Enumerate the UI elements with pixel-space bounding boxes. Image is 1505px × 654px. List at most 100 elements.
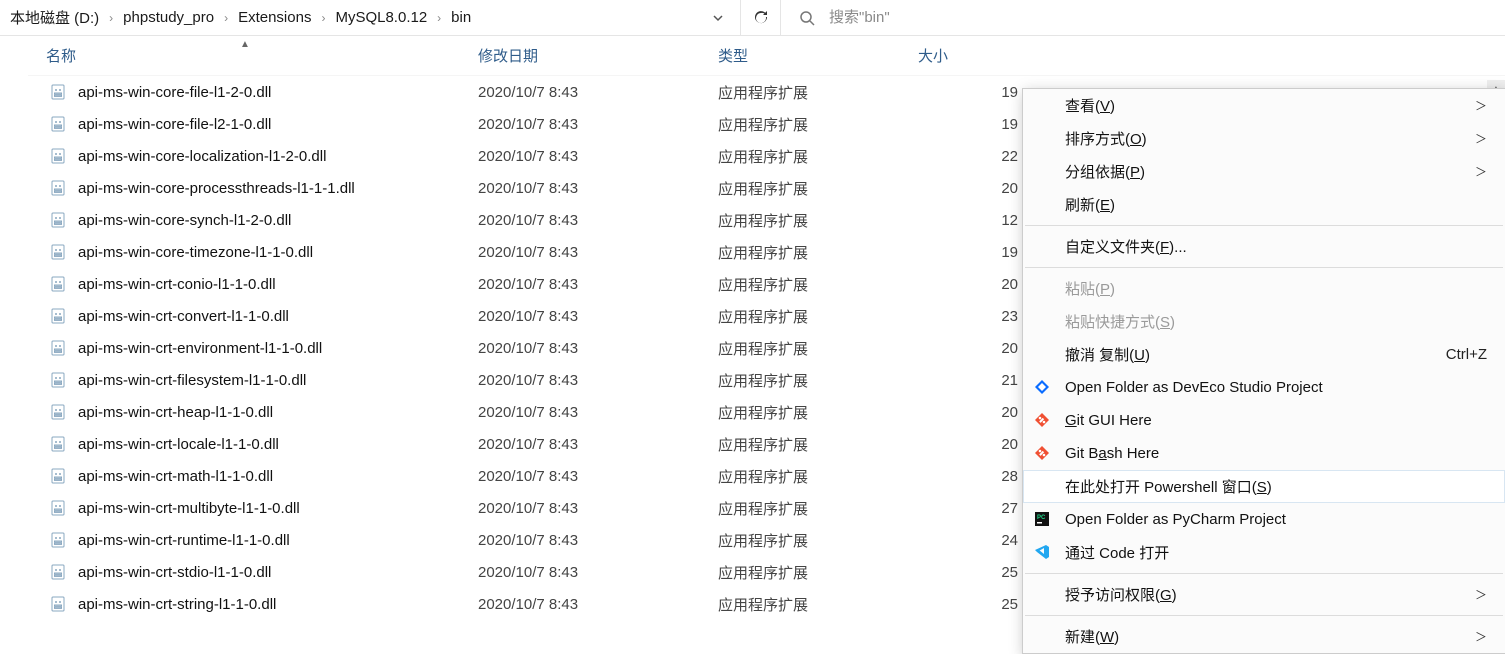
breadcrumb-part[interactable]: 本地磁盘 (D:) [10,7,99,28]
menu-item[interactable]: 查看(V)＞ [1023,89,1505,122]
menu-item[interactable]: 授予访问权限(G) ＞ [1023,578,1505,611]
dll-file-icon [50,307,68,325]
file-date: 2020/10/7 8:43 [478,84,718,101]
menu-item[interactable]: 排序方式(O) ＞ [1023,122,1505,155]
file-name: api-ms-win-core-file-l2-1-0.dll [78,116,478,133]
file-name: api-ms-win-crt-string-l1-1-0.dll [78,596,478,613]
menu-item-label: Open Folder as DevEco Studio Project [1065,379,1323,396]
column-header-type[interactable]: 类型 [718,45,918,66]
menu-item-label: 在此处打开 Powershell 窗口(S) [1065,476,1272,497]
dll-file-icon [50,467,68,485]
column-header-date[interactable]: 修改日期 [478,45,718,66]
search-box[interactable] [780,0,1505,36]
submenu-arrow-icon: ＞ [1475,586,1487,603]
file-size: 20 [918,404,1018,421]
dll-file-icon [50,563,68,581]
menu-item[interactable]: 撤消 复制(U)Ctrl+Z [1023,338,1505,371]
file-type: 应用程序扩展 [718,146,918,167]
menu-item-label: 撤消 复制(U) [1065,344,1150,365]
file-size: 24 [918,532,1018,549]
menu-item[interactable]: Git GUI Here [1023,404,1505,437]
file-name: api-ms-win-crt-multibyte-l1-1-0.dll [78,500,478,517]
file-name: api-ms-win-crt-conio-l1-1-0.dll [78,276,478,293]
context-menu: 查看(V)＞排序方式(O)＞分组依据(P)＞刷新(E)自定义文件夹(F)...粘… [1022,88,1505,654]
menu-item-label: 粘贴(P) [1065,278,1115,299]
dll-file-icon [50,595,68,613]
file-date: 2020/10/7 8:43 [478,340,718,357]
breadcrumb-part[interactable]: bin [451,9,471,26]
menu-item[interactable]: 新建(W)＞ [1023,620,1505,653]
refresh-button[interactable] [740,0,780,36]
chevron-down-icon[interactable] [696,12,740,24]
breadcrumb-part[interactable]: Extensions [238,9,311,26]
column-header-size[interactable]: 大小 [918,45,1038,66]
file-name: api-ms-win-core-file-l1-2-0.dll [78,84,478,101]
menu-item-label: 分组依据(P) [1065,161,1145,182]
file-name: api-ms-win-crt-runtime-l1-1-0.dll [78,532,478,549]
git-icon [1033,444,1051,462]
file-size: 25 [918,564,1018,581]
breadcrumb-part[interactable]: phpstudy_pro [123,9,214,26]
file-date: 2020/10/7 8:43 [478,436,718,453]
menu-item[interactable]: Git Bash Here [1023,437,1505,470]
menu-item[interactable]: 自定义文件夹(F)... [1023,230,1505,263]
search-input[interactable] [829,9,1497,26]
menu-item[interactable]: 在此处打开 Powershell 窗口(S) [1023,470,1505,503]
file-size: 27 [918,500,1018,517]
menu-separator [1025,225,1503,226]
file-date: 2020/10/7 8:43 [478,244,718,261]
menu-separator [1025,615,1503,616]
menu-item-label: 排序方式(O) [1065,128,1147,149]
file-size: 25 [918,596,1018,613]
file-date: 2020/10/7 8:43 [478,500,718,517]
column-label: 大小 [918,48,948,65]
file-size: 19 [918,84,1018,101]
file-name: api-ms-win-crt-stdio-l1-1-0.dll [78,564,478,581]
file-type: 应用程序扩展 [718,530,918,551]
submenu-arrow-icon: ＞ [1475,97,1487,114]
menu-item[interactable]: 分组依据(P)＞ [1023,155,1505,188]
dll-file-icon [50,147,68,165]
menu-item-label: 授予访问权限(G) [1065,584,1177,605]
pycharm-icon: PC [1033,510,1051,528]
file-size: 21 [918,372,1018,389]
dll-file-icon [50,531,68,549]
column-label: 类型 [718,48,748,65]
menu-item-label: 通过 Code 打开 [1065,542,1169,563]
dll-file-icon [50,435,68,453]
address-toolbar: 本地磁盘 (D:) › phpstudy_pro › Extensions › … [0,0,1505,36]
sort-ascending-icon: ▲ [240,39,250,50]
file-type: 应用程序扩展 [718,82,918,103]
file-date: 2020/10/7 8:43 [478,276,718,293]
menu-item-label: Git Bash Here [1065,445,1159,462]
menu-item-label: 粘贴快捷方式(S) [1065,311,1175,332]
file-type: 应用程序扩展 [718,242,918,263]
menu-item[interactable]: PC Open Folder as PyCharm Project [1023,503,1505,536]
dll-file-icon [50,83,68,101]
file-date: 2020/10/7 8:43 [478,308,718,325]
file-name: api-ms-win-core-processthreads-l1-1-1.dl… [78,180,478,197]
menu-item[interactable]: 通过 Code 打开 [1023,536,1505,569]
file-size: 20 [918,436,1018,453]
file-type: 应用程序扩展 [718,306,918,327]
breadcrumb-part[interactable]: MySQL8.0.12 [335,9,427,26]
submenu-arrow-icon: ＞ [1475,130,1487,147]
chevron-right-icon: › [218,11,234,25]
file-name: api-ms-win-crt-filesystem-l1-1-0.dll [78,372,478,389]
address-bar[interactable]: 本地磁盘 (D:) › phpstudy_pro › Extensions › … [10,0,740,36]
menu-separator [1025,267,1503,268]
file-type: 应用程序扩展 [718,370,918,391]
column-label: 修改日期 [478,48,538,65]
file-size: 28 [918,468,1018,485]
file-type: 应用程序扩展 [718,402,918,423]
file-date: 2020/10/7 8:43 [478,596,718,613]
column-header-name[interactable]: 名称 ▲ [46,45,478,66]
breadcrumb: 本地磁盘 (D:) › phpstudy_pro › Extensions › … [10,7,471,28]
refresh-icon [753,10,769,26]
column-label: 名称 [46,48,76,65]
file-name: api-ms-win-crt-heap-l1-1-0.dll [78,404,478,421]
menu-item-label: Open Folder as PyCharm Project [1065,511,1286,528]
file-type: 应用程序扩展 [718,434,918,455]
menu-item[interactable]: 刷新(E) [1023,188,1505,221]
menu-item[interactable]: Open Folder as DevEco Studio Project [1023,371,1505,404]
